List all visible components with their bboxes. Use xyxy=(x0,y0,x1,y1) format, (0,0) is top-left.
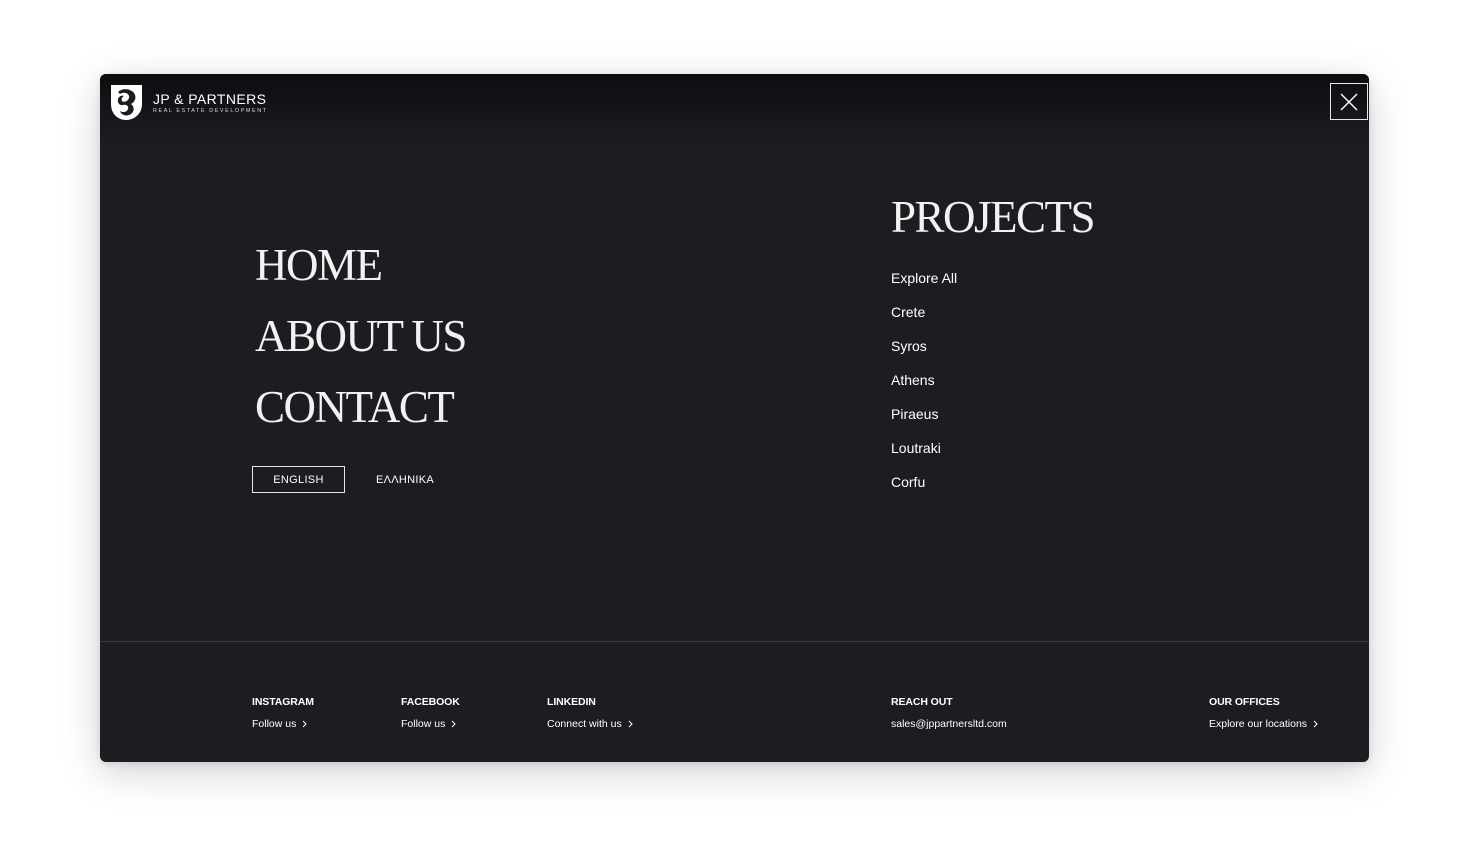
nav-home[interactable]: HOME xyxy=(255,230,466,301)
language-english-button[interactable]: ENGLISH xyxy=(252,466,345,493)
brand-logo[interactable]: JP & PARTNERS REAL ESTATE DEVELOPMENT xyxy=(110,84,268,121)
project-link-piraeus[interactable]: Piraeus xyxy=(891,397,1094,431)
projects-menu: PROJECTS Explore All Crete Syros Athens … xyxy=(891,189,1096,499)
footer-facebook-title: FACEBOOK xyxy=(401,696,460,708)
brand-name: JP & PARTNERS xyxy=(153,90,267,107)
close-icon xyxy=(1340,93,1358,110)
chevron-right-icon xyxy=(628,720,633,728)
brand-tagline: REAL ESTATE DEVELOPMENT xyxy=(153,107,268,114)
nav-contact[interactable]: CONTACT xyxy=(255,372,466,443)
offices-explore-label: Explore our locations xyxy=(1209,718,1308,730)
footer-facebook: FACEBOOK Follow us xyxy=(401,695,460,731)
footer-instagram: INSTAGRAM Follow us xyxy=(252,695,314,731)
linkedin-connect-link[interactable]: Connect with us xyxy=(547,717,634,731)
chevron-right-icon xyxy=(303,720,308,728)
project-link-explore-all[interactable]: Explore All xyxy=(891,261,1094,295)
logo-emblem-icon xyxy=(111,85,142,120)
close-button[interactable] xyxy=(1330,83,1368,120)
language-switcher: ENGLISH ΕΛΛΗΝΙΚΑ xyxy=(252,466,434,493)
main-navigation: HOME ABOUT US CONTACT xyxy=(255,230,467,443)
chevron-right-icon xyxy=(1313,720,1318,728)
project-link-corfu[interactable]: Corfu xyxy=(891,465,1094,499)
footer-offices-title: OUR OFFICES xyxy=(1209,696,1280,708)
footer-divider xyxy=(100,641,1369,642)
project-link-crete[interactable]: Crete xyxy=(891,295,1094,329)
offices-explore-link[interactable]: Explore our locations xyxy=(1209,717,1319,731)
instagram-follow-label: Follow us xyxy=(252,718,297,730)
footer-instagram-title: INSTAGRAM xyxy=(252,696,314,708)
projects-heading[interactable]: PROJECTS xyxy=(891,189,1096,245)
header-gradient xyxy=(100,74,1369,144)
email-link[interactable]: sales@jppartnersltd.com xyxy=(891,717,1007,731)
project-link-athens[interactable]: Athens xyxy=(891,363,1094,397)
footer-reach-out: REACH OUT sales@jppartnersltd.com xyxy=(891,695,1007,731)
project-link-syros[interactable]: Syros xyxy=(891,329,1094,363)
facebook-follow-label: Follow us xyxy=(401,718,446,730)
facebook-follow-link[interactable]: Follow us xyxy=(401,717,460,731)
footer-linkedin-title: LINKEDIN xyxy=(547,696,596,708)
footer-linkedin: LINKEDIN Connect with us xyxy=(547,695,634,731)
footer-offices: OUR OFFICES Explore our locations xyxy=(1209,695,1319,731)
linkedin-connect-label: Connect with us xyxy=(547,718,622,730)
nav-about-us[interactable]: ABOUT US xyxy=(255,301,467,372)
project-link-loutraki[interactable]: Loutraki xyxy=(891,431,1094,465)
email-address: sales@jppartnersltd.com xyxy=(891,718,1007,730)
footer-reach-out-title: REACH OUT xyxy=(891,696,953,708)
instagram-follow-link[interactable]: Follow us xyxy=(252,717,314,731)
language-greek-button[interactable]: ΕΛΛΗΝΙΚΑ xyxy=(376,474,434,486)
menu-overlay: JP & PARTNERS REAL ESTATE DEVELOPMENT HO… xyxy=(100,74,1369,762)
chevron-right-icon xyxy=(452,720,457,728)
